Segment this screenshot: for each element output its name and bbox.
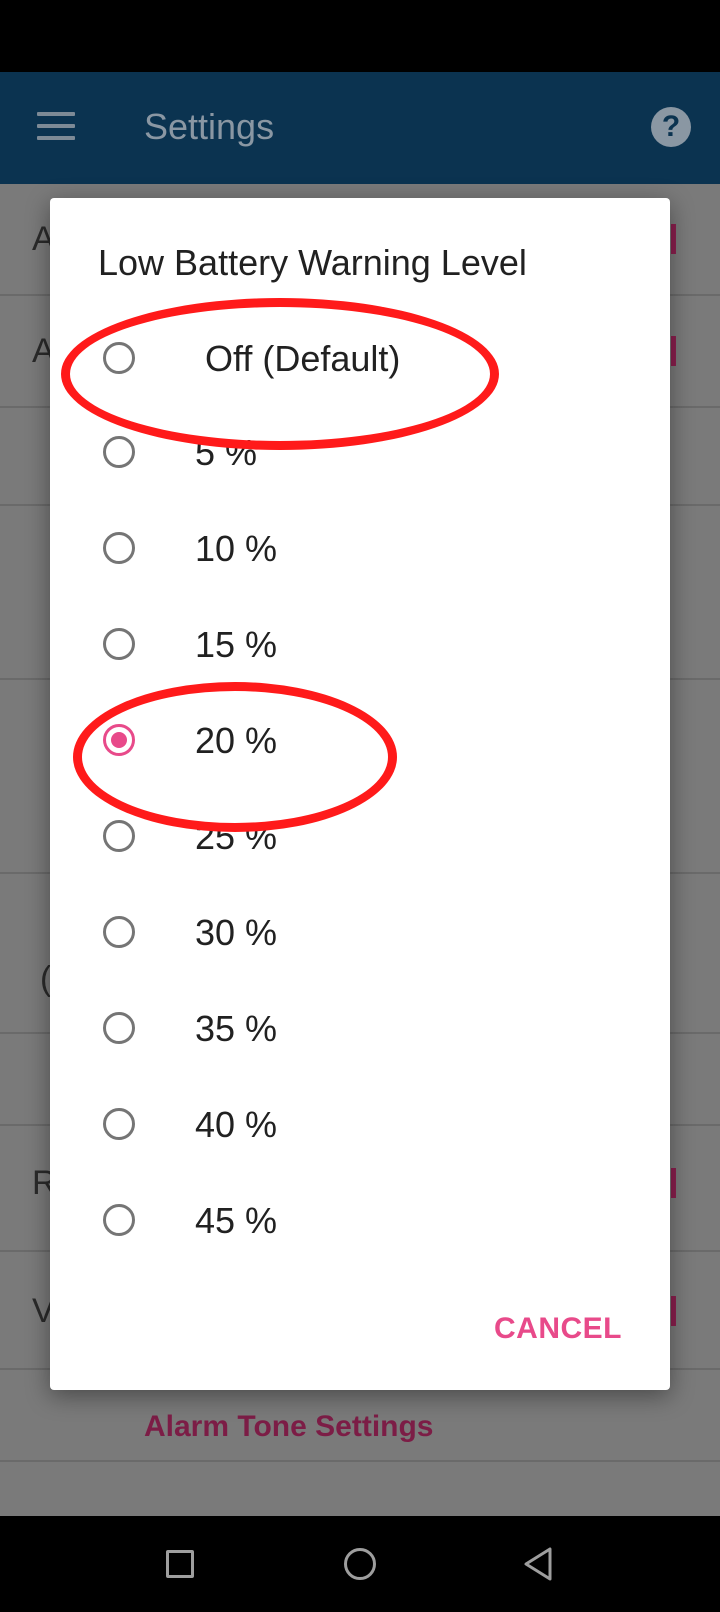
option-label: 40 % (195, 1104, 278, 1145)
status-bar (0, 0, 720, 72)
home-icon[interactable] (344, 1548, 376, 1580)
hamburger-menu-icon[interactable] (37, 112, 75, 140)
app-title: Settings (144, 106, 275, 147)
dialog-title: Low Battery Warning Level (98, 242, 527, 283)
option-label: 15 % (195, 624, 278, 665)
option-label: 25 % (195, 816, 278, 857)
help-icon[interactable]: ? (651, 107, 691, 147)
option-label: 20 % (195, 720, 278, 761)
toggle-indicator (671, 336, 676, 366)
radio-button[interactable] (103, 436, 135, 468)
toggle-indicator (671, 224, 676, 254)
toggle-indicator (671, 1168, 676, 1198)
option-label: 5 % (195, 432, 258, 473)
cancel-button[interactable]: CANCEL (494, 1312, 622, 1346)
option-off-default[interactable]: Off (Default) (50, 322, 670, 402)
radio-button[interactable] (103, 1204, 135, 1236)
option-label: 10 % (195, 528, 278, 569)
option-20-percent[interactable]: 20 % (50, 704, 670, 784)
radio-button[interactable] (103, 1108, 135, 1140)
option-25-percent[interactable]: 25 % (50, 800, 670, 880)
option-15-percent[interactable]: 15 % (50, 608, 670, 688)
option-label: Off (Default) (205, 338, 401, 379)
option-label: 35 % (195, 1008, 278, 1049)
app-bar: Settings ? (0, 72, 720, 184)
radio-button[interactable] (103, 532, 135, 564)
option-10-percent[interactable]: 10 % (50, 512, 670, 592)
option-45-percent[interactable]: 45 % (50, 1184, 670, 1264)
option-label: 30 % (195, 912, 278, 953)
back-icon[interactable] (522, 1546, 554, 1582)
alarm-tone-settings-link[interactable]: Alarm Tone Settings (144, 1410, 433, 1444)
recents-icon[interactable] (166, 1550, 194, 1578)
radio-button[interactable] (103, 628, 135, 660)
option-35-percent[interactable]: 35 % (50, 992, 670, 1072)
option-label: 45 % (195, 1200, 278, 1241)
radio-button[interactable] (103, 342, 135, 374)
navigation-bar (0, 1516, 720, 1612)
option-5-percent[interactable]: 5 % (50, 416, 670, 496)
option-40-percent[interactable]: 40 % (50, 1088, 670, 1168)
option-30-percent[interactable]: 30 % (50, 896, 670, 976)
radio-button[interactable] (103, 1012, 135, 1044)
radio-button[interactable] (103, 916, 135, 948)
radio-button-selected[interactable] (103, 724, 135, 756)
low-battery-dialog: Low Battery Warning Level Off (Default) … (50, 198, 670, 1390)
radio-button[interactable] (103, 820, 135, 852)
toggle-indicator (671, 1296, 676, 1326)
